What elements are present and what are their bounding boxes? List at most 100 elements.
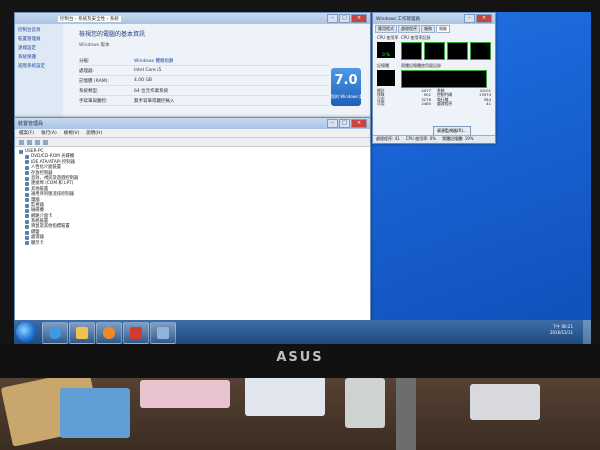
device-category-icon (25, 165, 29, 170)
cpu-core-graph (447, 42, 468, 60)
stats-column: 總計 4077 快取 901 可用 3276 可用 2485 (377, 88, 431, 107)
start-button[interactable] (16, 322, 36, 342)
system-sidebar: 控制台首頁 裝置管理員 遠端設定 系統保護 進階系統設定 (15, 24, 63, 121)
minimize-button[interactable]: – (327, 14, 338, 23)
clock[interactable]: 下午 06:21 2016/12/11 (550, 324, 573, 336)
stat-value: 41 (486, 101, 491, 107)
tree-label: 顯示卡 (31, 240, 44, 246)
breadcrumb[interactable]: 控制台 › 系統及安全性 › 系統 (58, 15, 121, 22)
device-category-icon (25, 160, 29, 165)
sidebar-link[interactable]: 進階系統設定 (18, 63, 60, 69)
menu-item[interactable]: 執行(A) (41, 130, 57, 136)
taskbar-button-ie[interactable] (42, 322, 68, 344)
desktop-screen: 控制台 › 系統及安全性 › 系統 – □ × 控制台首頁 裝置管理員 遠端設定… (14, 12, 591, 344)
tab-processes[interactable]: 處理程序 (398, 25, 420, 33)
row-value: 4.00 GB (134, 78, 153, 83)
desk-object (140, 380, 230, 408)
sidebar-link[interactable]: 控制台首頁 (18, 27, 60, 33)
taskbar-button-media[interactable] (96, 322, 122, 344)
stat-row: 可用 2485 (377, 101, 431, 107)
status-memory: 實體記憶體: 19% (442, 136, 474, 141)
memory-history-graph (401, 70, 487, 88)
stat-label: 可用 (377, 101, 385, 107)
stats-column: 系統 00:01 控制代碼 13974 執行緒 584 處理程序 41 (437, 88, 491, 107)
taskbar-button-taskmgr[interactable] (123, 322, 149, 344)
sidebar-link[interactable]: 系統保護 (18, 54, 60, 60)
memory-history-label: 實體記憶體使用量記錄 (401, 63, 441, 68)
maximize-button[interactable]: □ (339, 14, 350, 23)
cpu-section: CPU 使用率 0 % (377, 35, 398, 58)
cpu-history-label: CPU 使用率記錄 (401, 35, 431, 40)
system-content: 檢視您的電腦的基本資訊 Windows 版本 分級: Windows 體驗指數 … (79, 29, 329, 106)
experience-index-badge[interactable]: 7.0 您的 Windows 體驗指數 (331, 68, 361, 106)
media-icon (103, 327, 115, 339)
cpu-history-section: CPU 使用率記錄 (401, 35, 491, 60)
system-row: 手寫筆與觸控: 無手寫筆或觸控輸入 (79, 96, 329, 106)
close-button[interactable]: × (351, 14, 367, 23)
forward-icon[interactable] (27, 139, 32, 145)
window-title: Windows 工作管理員 (376, 16, 421, 22)
desk-object (60, 388, 130, 438)
show-desktop-button[interactable] (583, 320, 591, 344)
stat-value: 2485 (421, 101, 431, 107)
minimize-button[interactable]: – (327, 119, 338, 128)
device-category-icon (25, 219, 29, 224)
cpu-value: 0 % (382, 52, 390, 57)
desk-object (470, 384, 540, 420)
device-category-icon (25, 241, 29, 246)
device-category-icon (25, 225, 29, 230)
cpu-label: CPU 使用率 (377, 35, 399, 40)
status-processes: 處理程序: 41 (376, 136, 400, 141)
tree-children: DVD/CD-ROM 光碟機 IDE ATA/ATAPI 控制器 人性化介面裝置 存放… (19, 154, 366, 246)
system-row: 記憶體 (RAM): 4.00 GB (79, 76, 329, 86)
help-icon[interactable] (43, 139, 48, 145)
taskbar-button-devmgr[interactable] (150, 322, 176, 344)
task-manager-titlebar: Windows 工作管理員 – × (373, 13, 495, 24)
edition-label: Windows 版本 (79, 43, 110, 48)
taskbar-button-explorer[interactable] (69, 322, 95, 344)
properties-icon[interactable] (35, 139, 40, 145)
back-icon[interactable] (19, 139, 24, 145)
experience-score: 7.0 (334, 73, 358, 88)
tab-applications[interactable]: 應用程式 (375, 25, 397, 33)
row-value: 64 位元作業系統 (134, 88, 169, 94)
status-bar: 處理程序: 41 CPU 使用率: 0% 實體記憶體: 19% (373, 135, 495, 143)
menu-item[interactable]: 說明(H) (86, 130, 102, 136)
sidebar-link[interactable]: 遠端設定 (18, 45, 60, 51)
desk-object (245, 376, 325, 416)
device-category-icon (25, 176, 29, 181)
row-value: Intel Core i5 (134, 68, 162, 73)
tree-item[interactable]: 顯示卡 (25, 241, 366, 246)
computer-icon (19, 149, 23, 154)
task-tabs: 應用程式 處理程序 服務 效能 (373, 24, 495, 34)
device-category-icon (25, 198, 29, 203)
row-value: 無手寫筆或觸控輸入 (134, 98, 175, 104)
device-manager-window: 裝置管理員 – □ × 檔案(F) 執行(A) 檢視(V) 說明(H) USER… (14, 117, 371, 327)
system-row: 分級: Windows 體驗指數 (79, 56, 329, 66)
maximize-button[interactable]: □ (339, 119, 350, 128)
menu-item[interactable]: 檢視(V) (64, 130, 80, 136)
row-label: 分級: (79, 58, 90, 64)
device-category-icon (25, 192, 29, 197)
row-value[interactable]: Windows 體驗指數 (134, 58, 174, 64)
close-button[interactable]: × (476, 14, 492, 23)
system-rows: 分級: Windows 體驗指數 處理器: Intel Core i5 記憶體 … (79, 56, 329, 106)
row-label: 手寫筆與觸控: (79, 98, 108, 104)
close-button[interactable]: × (351, 119, 367, 128)
menu-item[interactable]: 檔案(F) (19, 130, 34, 136)
tab-performance[interactable]: 效能 (436, 25, 450, 33)
tab-services[interactable]: 服務 (421, 25, 435, 33)
taskbar: 下午 06:21 2016/12/11 (14, 320, 591, 344)
device-category-icon (25, 230, 29, 235)
sidebar-link[interactable]: 裝置管理員 (18, 36, 60, 42)
device-category-icon (25, 155, 29, 160)
cpu-core-graph (401, 42, 422, 60)
status-cpu: CPU 使用率: 0% (405, 136, 437, 141)
monitor-stand (396, 376, 416, 450)
memory-section: 記憶體 (377, 63, 395, 86)
minimize-button[interactable]: – (464, 14, 475, 23)
menu-bar: 檔案(F) 執行(A) 檢視(V) 說明(H) (15, 129, 370, 138)
device-category-icon (25, 214, 29, 219)
experience-caption: 您的 Windows 體驗指數 (331, 94, 361, 99)
folder-icon (76, 327, 88, 339)
